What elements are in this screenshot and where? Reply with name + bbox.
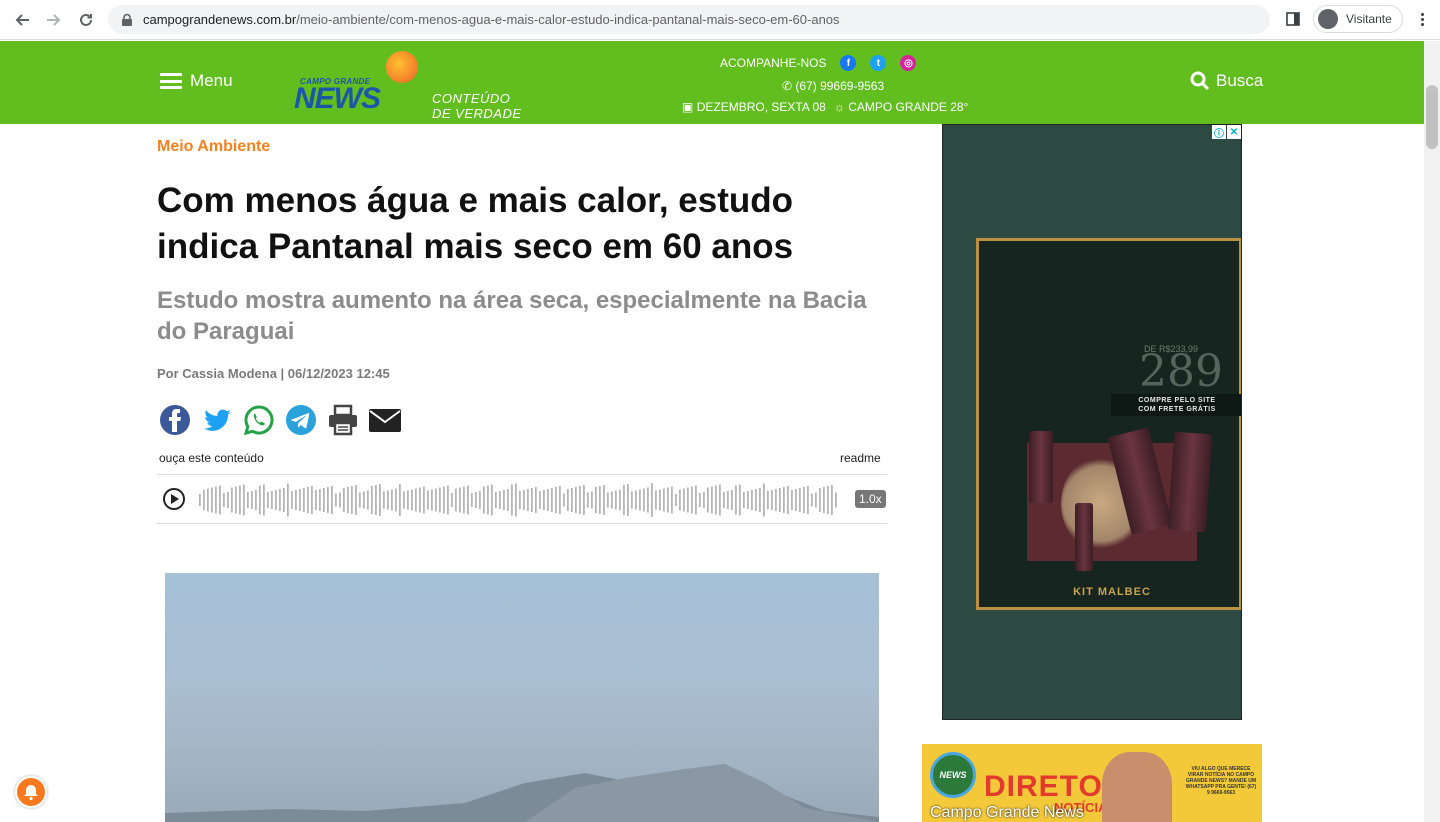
bell-icon (24, 785, 38, 801)
ad-cta-line1: COMPRE PELO SITE (1138, 397, 1216, 404)
whatsapp-icon: ✆ (782, 79, 793, 93)
profile-label: Visitante (1346, 12, 1392, 26)
ad-kit-label: KIT MALBEC (1073, 586, 1151, 598)
site-header: Menu CAMPO GRANDE NEWS CONTEÚDO DE VERDA… (0, 41, 1424, 124)
scrollbar-thumb[interactable] (1426, 85, 1438, 149)
ad-tube-2 (1167, 431, 1213, 533)
readme-link[interactable]: readme (840, 451, 881, 465)
speed-button[interactable]: 1.0x (855, 490, 886, 508)
facebook-share-icon[interactable] (158, 403, 192, 437)
ad-cta-line2: COM FRETE GRÁTIS (1138, 406, 1216, 413)
article-byline: Por Cassia Modena | 06/12/2023 12:45 (157, 366, 390, 381)
tagline-line1: CONTEÚDO (432, 91, 511, 106)
play-icon[interactable] (163, 488, 185, 510)
ad2-logo: NEWS (930, 752, 976, 798)
calendar-icon: ▣ (682, 100, 694, 114)
forward-icon[interactable] (38, 4, 70, 36)
ad-cta: COMPRE PELO SITE COM FRETE GRÁTIS (1111, 394, 1241, 416)
logo-big-text: NEWS (294, 82, 381, 115)
adchoices-icon[interactable]: ⓘ ✕ (1212, 125, 1241, 140)
follow-label: ACOMPANHE-NOS (720, 56, 827, 70)
article-headline: Com menos água e mais calor, estudo indi… (157, 181, 794, 266)
notification-bell-button[interactable] (15, 776, 47, 808)
audio-waveform[interactable] (199, 483, 839, 517)
article-category[interactable]: Meio Ambiente (157, 138, 270, 156)
address-bar[interactable]: campograndenews.com.br/meio-ambiente/com… (108, 5, 1270, 34)
audio-player: 1.0x (157, 474, 887, 524)
whatsapp-share-icon[interactable] (242, 403, 276, 437)
ad-price: 289 (1139, 346, 1223, 397)
email-icon[interactable] (368, 403, 402, 437)
article-photo (165, 573, 879, 822)
tagline-line2: DE VERDADE (432, 106, 522, 121)
site-logo[interactable]: CAMPO GRANDE NEWS CONTEÚDO DE VERDADE (294, 51, 524, 121)
ad-banner-malbec[interactable]: ⓘ ✕ DE R$233,99 289 COMPRE PELO SITE COM … (942, 124, 1242, 720)
menu-button[interactable]: Menu (160, 71, 233, 91)
menu-label: Menu (190, 71, 233, 90)
back-icon[interactable] (6, 4, 38, 36)
sun-icon: ☼ (833, 100, 845, 114)
ad2-caption: Campo Grande News (930, 804, 1084, 821)
search-label: Busca (1216, 71, 1264, 90)
header-date: DEZEMBRO, SEXTA 08 (696, 100, 826, 114)
sidebar-icon[interactable] (1283, 9, 1303, 29)
browser-toolbar: campograndenews.com.br/meio-ambiente/com… (0, 0, 1440, 40)
print-icon[interactable] (326, 403, 360, 437)
lock-icon (122, 13, 132, 26)
instagram-icon[interactable]: ◎ (900, 55, 917, 71)
page-scrollbar[interactable] (1424, 41, 1440, 822)
logo-sun (386, 51, 418, 83)
header-weather: CAMPO GRANDE 28° (848, 100, 969, 114)
ad2-headline: DIRETO (984, 770, 1103, 803)
hamburger-icon (160, 73, 182, 89)
ad-frame: DE R$233,99 289 COMPRE PELO SITE COM FRE… (976, 238, 1241, 610)
ad2-person-image (1102, 752, 1172, 822)
ad-bottle-deo (1075, 503, 1093, 571)
more-menu-icon[interactable] (1413, 9, 1433, 29)
facebook-icon[interactable]: f (840, 55, 857, 71)
share-bar (158, 403, 402, 437)
twitter-share-icon[interactable] (200, 403, 234, 437)
telegram-share-icon[interactable] (284, 403, 318, 437)
url-path: /meio-ambiente/com-menos-agua-e-mais-cal… (296, 12, 840, 27)
avatar-icon (1318, 9, 1338, 29)
twitter-icon[interactable]: t (870, 55, 887, 71)
audio-label: ouça este conteúdo (159, 451, 264, 465)
header-phone[interactable]: (67) 99669-9563 (795, 79, 884, 93)
ad-banner-direto-da-noticia[interactable]: NEWS DIRETO NOTÍCIA VIU ALGO QUE MERECE … (922, 744, 1262, 822)
search-icon (1190, 71, 1210, 91)
url-domain: campograndenews.com.br (143, 12, 297, 27)
search-button[interactable]: Busca (1190, 71, 1263, 91)
profile-button[interactable]: Visitante (1313, 5, 1403, 33)
ad-bottle-perfume (1029, 431, 1053, 503)
ad2-side-text: VIU ALGO QUE MERECE VIRAR NOTÍCIA NO CAM… (1185, 766, 1257, 796)
reload-icon[interactable] (70, 4, 102, 36)
article-subhead: Estudo mostra aumento na área seca, espe… (157, 287, 867, 345)
